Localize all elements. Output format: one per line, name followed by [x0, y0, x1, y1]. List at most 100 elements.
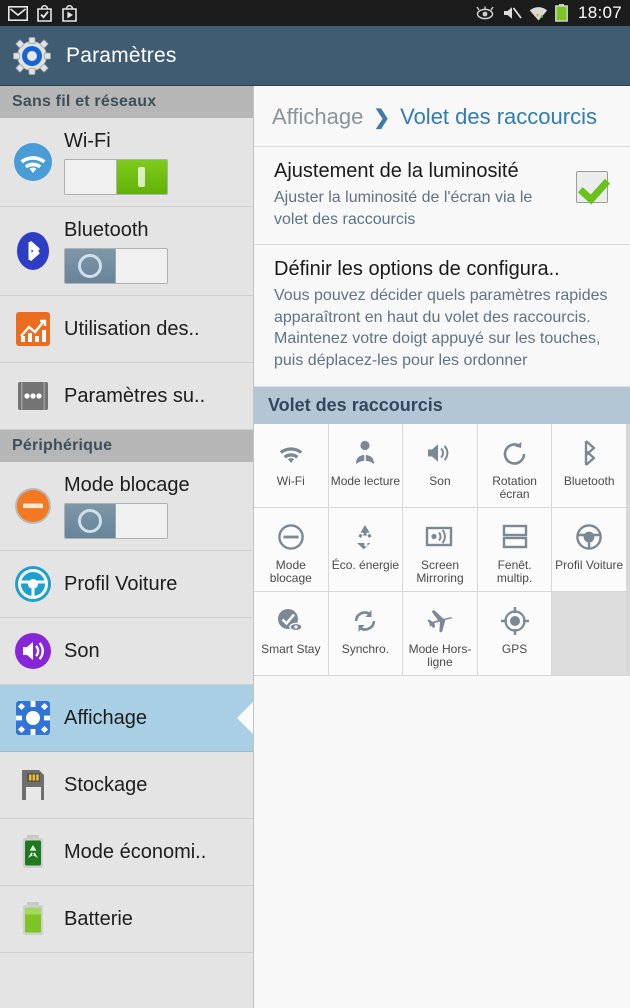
blocking-mode-icon	[10, 485, 56, 527]
storage-icon	[10, 765, 56, 805]
grid-cell-label: Son	[429, 473, 451, 488]
brightness-adjustment-row[interactable]: Ajustement de la luminosité Ajuster la l…	[254, 147, 630, 246]
brightness-text: Ajustement de la luminosité Ajuster la l…	[274, 159, 566, 230]
sound-icon	[425, 436, 455, 470]
configure-description: Vous pouvez décider quels paramètres rap…	[274, 287, 608, 369]
sidebar-item-bluetooth[interactable]: Bluetooth	[0, 207, 253, 296]
grid-cell-sync[interactable]: Synchro.	[328, 591, 404, 676]
sidebar-item-sound[interactable]: Son	[0, 618, 253, 685]
sidebar-item-label: Paramètres su..	[64, 384, 206, 407]
sidebar-item-label: Stockage	[64, 773, 148, 796]
sidebar-item-battery[interactable]: Batterie	[0, 886, 253, 953]
grid-section-header: Volet des raccourcis	[254, 386, 630, 424]
reading-mode-icon	[350, 436, 380, 470]
app-install-check-icon	[37, 4, 52, 22]
grid-cell-wifi[interactable]: Wi-Fi	[254, 423, 329, 508]
airplane-mode-icon	[425, 604, 455, 638]
gps-icon	[500, 604, 529, 638]
grid-cell-blocking-mode[interactable]: Mode blocage	[254, 507, 329, 592]
breadcrumb: Affichage ❯ Volet des raccourcis	[254, 86, 630, 147]
sidebar-item-storage[interactable]: Stockage	[0, 752, 253, 819]
settings-detail-panel: Affichage ❯ Volet des raccourcis Ajustem…	[254, 86, 630, 1008]
battery-icon	[555, 4, 568, 22]
grid-cell-car-mode[interactable]: Profil Voiture	[552, 507, 627, 592]
sidebar-section-header-device: Périphérique	[0, 430, 253, 462]
multi-window-icon	[501, 520, 529, 554]
grid-cell-gps[interactable]: GPS	[477, 591, 553, 676]
sync-icon	[351, 604, 379, 638]
sidebar-item-more-settings[interactable]: Paramètres su..	[0, 363, 253, 430]
wifi-icon	[10, 141, 56, 183]
grid-cell-screen-mirroring[interactable]: Screen Mirroring	[403, 507, 478, 592]
wifi-signal-icon	[529, 6, 548, 20]
grid-cell-power-saving[interactable]: Éco. énergie	[328, 507, 404, 592]
data-usage-icon	[10, 309, 56, 349]
grid-cell-smart-stay[interactable]: Smart Stay	[254, 591, 329, 676]
screen-mirroring-icon	[425, 520, 455, 554]
bluetooth-icon	[578, 436, 600, 470]
grid-cell-label: Rotation écran	[492, 473, 537, 502]
grid-cell-label: Mode lecture	[330, 473, 401, 488]
brightness-checkbox[interactable]	[576, 171, 608, 203]
brightness-description: Ajuster la luminosité de l'écran via le …	[274, 189, 533, 228]
sidebar-item-display[interactable]: Affichage	[0, 685, 253, 752]
breadcrumb-current: Volet des raccourcis	[400, 104, 597, 129]
settings-gear-icon	[13, 36, 51, 75]
grid-cell-label: Fenêt. multip.	[496, 557, 533, 586]
more-settings-icon	[10, 376, 56, 416]
selection-pointer	[237, 701, 253, 735]
sidebar-item-label: Utilisation des..	[64, 317, 200, 340]
blocking-mode-toggle[interactable]	[64, 502, 168, 539]
quick-settings-grid[interactable]: Wi-Fi Mode lecture Son Rotation écran Bl…	[254, 423, 630, 676]
status-bar: 18:07	[0, 0, 630, 26]
grid-cell-label: Mode Hors-ligne	[408, 641, 472, 670]
wifi-toggle[interactable]	[64, 158, 168, 195]
toggle-right	[116, 248, 167, 283]
configure-options-row: Définir les options de configura.. Vous …	[254, 245, 630, 387]
sidebar-item-data-usage[interactable]: Utilisation des..	[0, 296, 253, 363]
grid-cell-bluetooth[interactable]: Bluetooth	[552, 423, 627, 508]
play-store-icon	[62, 4, 77, 22]
sidebar-section-header-wireless: Sans fil et réseaux	[0, 86, 253, 118]
car-mode-icon	[575, 520, 603, 554]
grid-cell-label: Wi-Fi	[276, 473, 305, 488]
status-bar-clock: 18:07	[577, 3, 622, 22]
gmail-icon	[8, 5, 28, 21]
settings-sidebar[interactable]: Sans fil et réseaux Wi-Fi Bluetooth Util…	[0, 86, 254, 1008]
sidebar-item-label: Wi-Fi	[64, 129, 111, 152]
grid-cell-screen-rotation[interactable]: Rotation écran	[477, 423, 553, 508]
grid-cell-reading-mode[interactable]: Mode lecture	[328, 423, 404, 508]
app-title: Paramètres	[66, 43, 177, 67]
sidebar-item-car-mode[interactable]: Profil Voiture	[0, 551, 253, 618]
display-icon	[10, 698, 56, 738]
smart-stay-eye-icon	[476, 6, 494, 20]
grid-cell-label: Profil Voiture	[555, 557, 624, 572]
grid-cell-label: Bluetooth	[563, 473, 615, 488]
grid-cell-airplane-mode[interactable]: Mode Hors-ligne	[403, 591, 478, 676]
grid-cell-multi-window[interactable]: Fenêt. multip.	[477, 507, 553, 592]
grid-cell-label: Screen Mirroring	[416, 557, 464, 586]
grid-cell-empty-slot[interactable]	[552, 591, 627, 676]
status-bar-system-icons: 18:07	[475, 3, 622, 23]
grid-cell-sound[interactable]: Son	[403, 423, 478, 508]
power-saving-icon	[351, 520, 379, 554]
grid-cell-label: Smart Stay	[261, 641, 321, 656]
bluetooth-toggle[interactable]	[64, 247, 168, 284]
breadcrumb-parent[interactable]: Affichage	[272, 104, 363, 130]
grid-cell-label: Éco. énergie	[331, 557, 400, 572]
sidebar-item-blocking-mode[interactable]: Mode blocage	[0, 462, 253, 551]
configure-title: Définir les options de configura..	[274, 258, 560, 281]
app-bar: Paramètres	[0, 26, 630, 86]
car-mode-icon	[10, 563, 56, 605]
smart-stay-icon	[276, 604, 306, 638]
sidebar-item-wifi[interactable]: Wi-Fi	[0, 118, 253, 207]
sidebar-item-power-saving[interactable]: Mode économi..	[0, 819, 253, 886]
blocking-mode-icon	[277, 520, 305, 554]
brightness-title: Ajustement de la luminosité	[274, 160, 519, 182]
sidebar-item-label: Batterie	[64, 907, 133, 930]
grid-cell-label: GPS	[501, 641, 528, 656]
sidebar-item-label: Mode blocage	[64, 473, 190, 496]
sidebar-item-label: Son	[64, 639, 100, 662]
sidebar-item-label: Profil Voiture	[64, 572, 178, 595]
wifi-icon	[276, 436, 306, 470]
